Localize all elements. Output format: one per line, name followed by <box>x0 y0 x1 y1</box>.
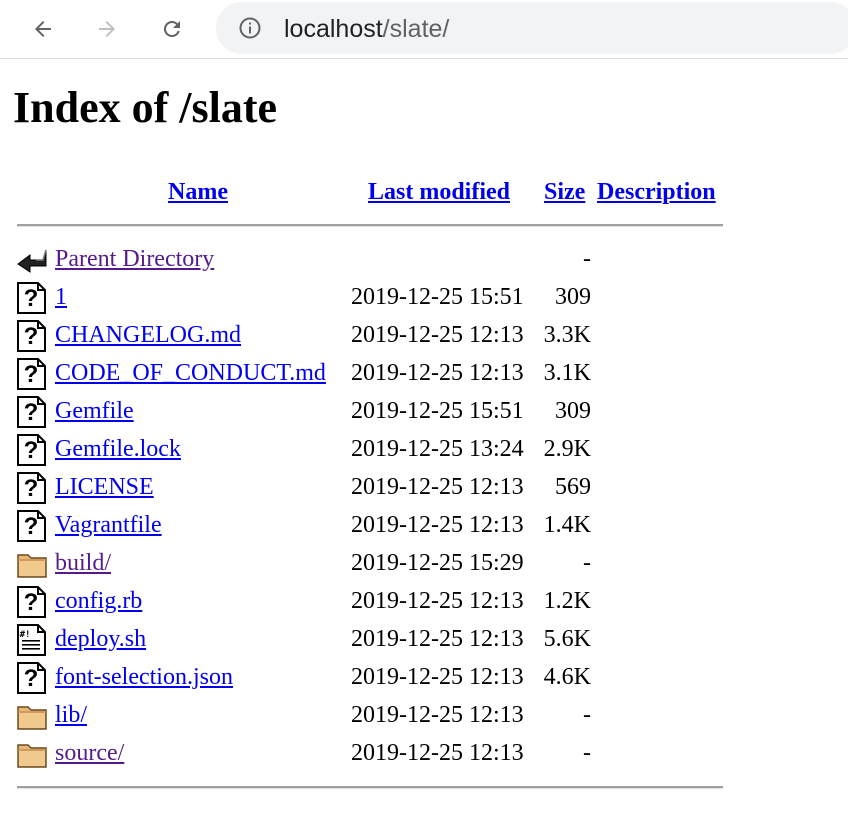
last-modified: 2019-12-25 12:13 <box>351 664 524 690</box>
url-text[interactable]: localhost/slate/ <box>284 14 449 44</box>
file-link[interactable]: Gemfile.lock <box>55 434 181 464</box>
file-size: 5.6K <box>543 626 591 652</box>
last-modified: 2019-12-25 13:24 <box>351 436 524 462</box>
column-header-last-modified[interactable]: Last modified <box>368 177 510 207</box>
table-row: #! deploy.sh 2019-12-25 12:13 5.6K <box>0 620 848 658</box>
table-row: Parent Directory - <box>0 240 848 278</box>
svg-text:?: ? <box>24 475 39 502</box>
last-modified: 2019-12-25 15:29 <box>351 550 524 576</box>
unknown-file-icon: ? <box>16 358 48 390</box>
svg-text:?: ? <box>24 285 39 312</box>
table-row: ? config.rb 2019-12-25 12:13 1.2K <box>0 582 848 620</box>
file-size: 2.9K <box>543 436 591 462</box>
file-size: 4.6K <box>543 664 591 690</box>
file-link[interactable]: CHANGELOG.md <box>55 320 241 350</box>
address-bar[interactable]: localhost/slate/ <box>216 2 848 54</box>
url-host: localhost <box>284 15 383 43</box>
table-row: ? Gemfile 2019-12-25 15:51 309 <box>0 392 848 430</box>
table-row: ? font-selection.json 2019-12-25 12:13 4.6K <box>0 658 848 696</box>
svg-text:#!: #! <box>20 630 31 640</box>
svg-text:?: ? <box>24 513 39 540</box>
unknown-file-icon: ? <box>16 320 48 352</box>
page-title: Index of /slate <box>13 83 277 132</box>
unknown-file-icon: ? <box>16 396 48 428</box>
table-row: ? CODE_OF_CONDUCT.md 2019-12-25 12:13 3.1K <box>0 354 848 392</box>
column-header-size[interactable]: Size <box>544 177 585 207</box>
svg-text:?: ? <box>24 437 39 464</box>
unknown-file-icon: ? <box>16 434 48 466</box>
unknown-file-icon: ? <box>16 282 48 314</box>
arrow-left-icon <box>35 21 51 37</box>
file-size: - <box>583 702 591 728</box>
svg-text:?: ? <box>24 399 39 426</box>
file-link[interactable]: Gemfile <box>55 396 134 426</box>
file-size: - <box>583 550 591 576</box>
table-row: source/2019-12-25 12:13 - <box>0 734 848 772</box>
bottom-divider <box>17 786 723 789</box>
file-link[interactable]: CODE_OF_CONDUCT.md <box>55 358 326 388</box>
last-modified: 2019-12-25 15:51 <box>351 284 524 310</box>
svg-text:?: ? <box>24 361 39 388</box>
table-row: ? LICENSE 2019-12-25 12:13 569 <box>0 468 848 506</box>
file-size: 3.3K <box>543 322 591 348</box>
file-size: 309 <box>555 284 591 310</box>
top-divider <box>17 224 723 227</box>
file-link[interactable]: font-selection.json <box>55 662 233 692</box>
file-link[interactable]: Parent Directory <box>55 244 214 274</box>
back-button[interactable] <box>25 11 61 47</box>
url-path: /slate/ <box>382 15 450 43</box>
svg-text:?: ? <box>24 323 39 350</box>
svg-text:?: ? <box>24 589 39 616</box>
svg-text:?: ? <box>24 665 39 692</box>
last-modified: 2019-12-25 12:13 <box>351 588 524 614</box>
info-icon[interactable] <box>238 16 262 40</box>
file-size: - <box>583 740 591 766</box>
unknown-file-icon: ? <box>16 586 48 618</box>
last-modified: 2019-12-25 12:13 <box>351 322 524 348</box>
table-row: ? 1 2019-12-25 15:51 309 <box>0 278 848 316</box>
forward-button[interactable] <box>89 11 125 47</box>
file-size: 309 <box>555 398 591 424</box>
file-link[interactable]: deploy.sh <box>55 624 146 654</box>
unknown-file-icon: ? <box>16 662 48 694</box>
unknown-file-icon: ? <box>16 472 48 504</box>
last-modified: 2019-12-25 12:13 <box>351 702 524 728</box>
folder-icon <box>16 738 48 770</box>
column-header-name[interactable]: Name <box>168 177 228 207</box>
folder-icon <box>16 548 48 580</box>
table-row: ? Gemfile.lock 2019-12-25 13:24 2.9K <box>0 430 848 468</box>
file-link[interactable]: Vagrantfile <box>55 510 162 540</box>
last-modified: 2019-12-25 12:13 <box>351 474 524 500</box>
file-size: 1.2K <box>543 588 591 614</box>
file-link[interactable]: lib/ <box>55 700 87 730</box>
folder-icon <box>16 700 48 732</box>
browser-toolbar: localhost/slate/ <box>0 0 848 59</box>
last-modified: 2019-12-25 12:13 <box>351 512 524 538</box>
last-modified: 2019-12-25 12:13 <box>351 740 524 766</box>
file-link[interactable]: 1 <box>55 282 67 312</box>
reload-icon <box>163 20 180 37</box>
table-row: ? Vagrantfile 2019-12-25 12:13 1.4K <box>0 506 848 544</box>
file-size: - <box>583 246 591 272</box>
file-link[interactable]: build/ <box>55 548 111 578</box>
script-file-icon: #! <box>16 624 48 656</box>
reload-button[interactable] <box>154 11 190 47</box>
column-header-description[interactable]: Description <box>597 177 716 207</box>
file-link[interactable]: config.rb <box>55 586 142 616</box>
back-icon <box>16 244 48 276</box>
last-modified: 2019-12-25 15:51 <box>351 398 524 424</box>
file-size: 1.4K <box>543 512 591 538</box>
last-modified: 2019-12-25 12:13 <box>351 626 524 652</box>
file-link[interactable]: source/ <box>55 738 124 768</box>
unknown-file-icon: ? <box>16 510 48 542</box>
table-row: build/2019-12-25 15:29 - <box>0 544 848 582</box>
file-size: 3.1K <box>543 360 591 386</box>
table-row: ? CHANGELOG.md 2019-12-25 12:13 3.3K <box>0 316 848 354</box>
table-row: lib/2019-12-25 12:13 - <box>0 696 848 734</box>
last-modified: 2019-12-25 12:13 <box>351 360 524 386</box>
file-link[interactable]: LICENSE <box>55 472 154 502</box>
arrow-right-icon <box>99 21 115 37</box>
file-size: 569 <box>555 474 591 500</box>
